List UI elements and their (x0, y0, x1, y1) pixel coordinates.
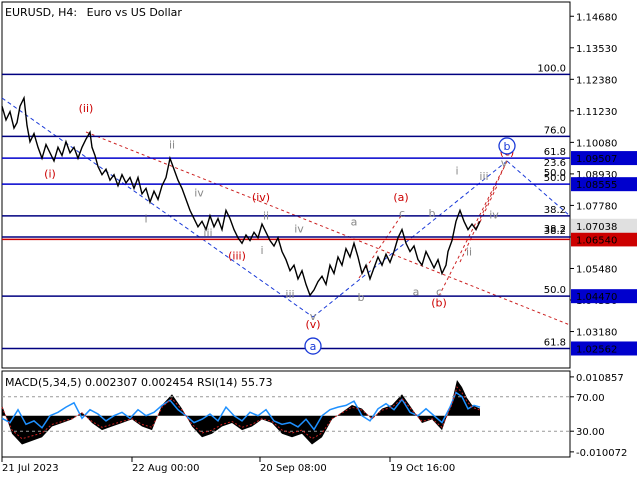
level-label: 61.8 (544, 147, 566, 158)
price-tick-label: 1.14680 (576, 12, 617, 23)
price-tick-label: 1.12380 (576, 75, 617, 86)
level-price-tag: 1.09507 (576, 154, 617, 165)
price-tick-label: 1.13530 (576, 44, 617, 55)
time-tick-label: 22 Aug 00:00 (132, 463, 199, 474)
wave-label: i (144, 213, 147, 226)
chart-title: EURUSD, H4: Euro vs US Dollar (5, 6, 182, 19)
indicator-tick-label: 0.010857 (576, 373, 624, 384)
symbol-label: EURUSD, H4: (5, 6, 77, 19)
wave-label: ii (169, 139, 175, 152)
indicator-label: MACD(5,34,5) 0.002307 0.002454 RSI(14) 5… (5, 376, 272, 389)
wave-label: ii (263, 210, 269, 223)
wave-label: c (399, 207, 405, 220)
level-price-tag: 1.02562 (576, 344, 617, 355)
price-tick-label: 1.11230 (576, 107, 617, 118)
wave-label: i (455, 165, 458, 178)
indicator-tick-label: 70.00 (576, 393, 605, 404)
wave-label: (ii) (79, 102, 94, 115)
price-chart[interactable]: 100.076.061.850.038.238.250.061.823.650.… (0, 0, 640, 480)
wave-label: iii (285, 288, 294, 301)
level-price-tag: 1.04470 (576, 292, 617, 303)
level-label: 38.2 (544, 205, 566, 216)
wave-label: (v) (305, 318, 320, 331)
level-label: 38.2 (544, 224, 566, 235)
time-tick-label: 21 Jul 2023 (2, 463, 59, 474)
wave-label: (iv) (252, 191, 270, 204)
wave-label: (iii) (228, 250, 246, 263)
wave-label: iii (203, 226, 212, 239)
current-price-tag: 1.07038 (576, 222, 617, 233)
level-price-tag: 1.06540 (576, 235, 617, 246)
time-tick-label: 19 Oct 16:00 (390, 463, 455, 474)
indicator-tick-label: -0.010072 (576, 448, 627, 459)
circled-wave-label: b (504, 140, 511, 153)
wave-label: iv (294, 222, 304, 235)
wave-label: (i) (44, 167, 56, 180)
circled-wave-label: a (310, 340, 317, 353)
wave-label: b (358, 291, 365, 304)
wave-label: (a) (393, 191, 408, 204)
wave-label: iii (479, 170, 488, 183)
wave-label: b (429, 207, 436, 220)
price-tick-label: 1.05480 (576, 264, 617, 275)
level-label: 50.0 (544, 285, 566, 296)
level-label: 76.0 (544, 125, 566, 136)
macd-histogram-bar (32, 415, 42, 441)
level-price-tag: 1.08555 (576, 180, 617, 191)
macd-histogram-bar (282, 415, 292, 438)
time-tick-label: 20 Sep 08:00 (260, 463, 327, 474)
wave-label: a (413, 285, 420, 298)
wave-label: i (260, 244, 263, 257)
level-label: 61.8 (544, 337, 566, 348)
symbol-description: Euro vs US Dollar (87, 6, 183, 19)
level-label: 50.0 (544, 168, 566, 179)
wave-label: a (351, 215, 358, 228)
price-tick-label: 1.03180 (576, 328, 617, 339)
wave-label: iv (489, 209, 499, 222)
level-label: 100.0 (537, 63, 566, 74)
price-tick-label: 1.10080 (576, 138, 617, 149)
wave-label: ii (466, 246, 472, 259)
wave-label: (b) (431, 296, 447, 309)
price-tick-label: 1.07780 (576, 201, 617, 212)
indicator-tick-label: 30.00 (576, 427, 605, 438)
wave-label: iv (194, 187, 204, 200)
